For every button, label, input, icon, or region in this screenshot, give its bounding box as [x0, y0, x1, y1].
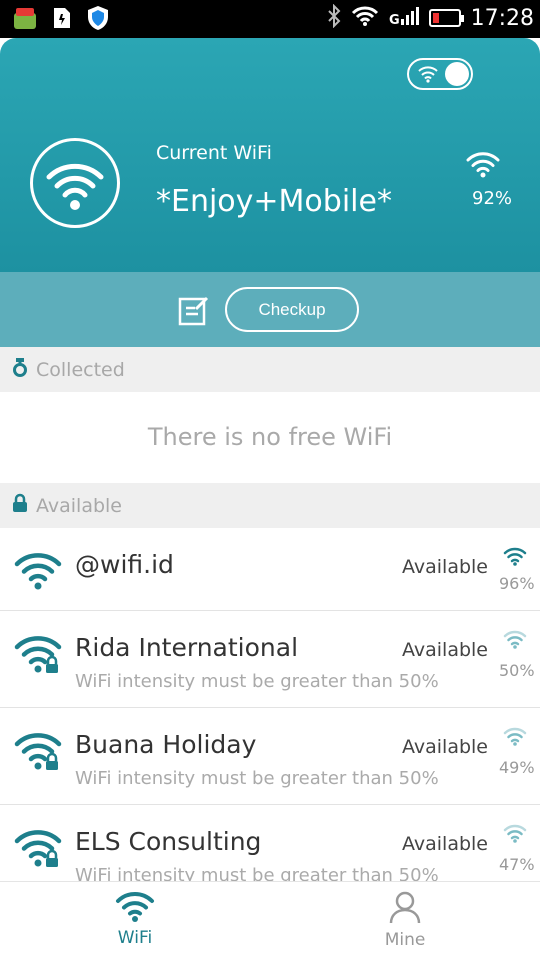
- network-name: Rida International: [75, 633, 299, 662]
- tab-wifi-label: WiFi: [117, 928, 153, 948]
- network-note: WiFi intensity must be greater than 50%: [75, 865, 439, 881]
- signal-percent: 50%: [499, 661, 535, 680]
- current-signal-icon: [466, 150, 500, 182]
- signal-strength-icon: [503, 823, 527, 847]
- current-wifi-label: Current WiFi: [156, 142, 272, 164]
- collected-title: Collected: [36, 358, 125, 381]
- current-wifi-header: Current WiFi *Enjoy+Mobile* 92%: [0, 38, 540, 272]
- toggle-wifi-icon: [417, 65, 439, 87]
- network-note: WiFi intensity must be greater than 50%: [75, 768, 439, 789]
- status-bar: G 17:28: [0, 0, 540, 38]
- network-note: WiFi intensity must be greater than 50%: [75, 671, 439, 692]
- checkup-bar: Checkup: [0, 272, 540, 347]
- network-status: Available: [402, 736, 489, 758]
- network-status: Available: [402, 833, 489, 855]
- wifi-locked-icon: [14, 633, 62, 679]
- wifi-toggle[interactable]: [407, 58, 473, 90]
- lock-icon: [12, 493, 28, 518]
- network-status: Available: [402, 556, 489, 578]
- signal-percent: 96%: [499, 574, 535, 593]
- toggle-knob: [445, 62, 469, 86]
- current-wifi-icon: [30, 138, 120, 228]
- network-row[interactable]: Buana Holiday WiFi intensity must be gre…: [0, 708, 540, 805]
- signal-strength-icon: [503, 629, 527, 653]
- empty-collected-message: There is no free WiFi: [147, 423, 393, 451]
- signal-strength-icon: [503, 726, 527, 750]
- network-name: Buana Holiday: [75, 730, 257, 759]
- person-icon: [388, 891, 422, 928]
- network-row[interactable]: ELS Consulting WiFi intensity must be gr…: [0, 805, 540, 881]
- collected-icon: [12, 356, 28, 383]
- tab-mine-label: Mine: [384, 930, 426, 950]
- network-name: ELS Consulting: [75, 827, 262, 856]
- bottom-navigation: WiFi Mine: [0, 881, 540, 960]
- available-network-list: @wifi.id Available 96% Rida Internationa…: [0, 528, 540, 881]
- network-name: @wifi.id: [75, 550, 174, 579]
- wifi-locked-icon: [14, 827, 62, 873]
- wifi-status-icon: [351, 5, 379, 31]
- svg-text:G: G: [389, 13, 400, 27]
- current-signal-percent: 92%: [472, 188, 513, 209]
- tab-mine[interactable]: Mine: [355, 890, 455, 950]
- network-row[interactable]: Rida International WiFi intensity must b…: [0, 611, 540, 708]
- battery-icon: [428, 9, 464, 27]
- signal-percent: 49%: [499, 758, 535, 777]
- shield-notification-icon: [86, 5, 110, 35]
- network-row[interactable]: @wifi.id Available 96%: [0, 528, 540, 611]
- available-section-header: Available: [0, 483, 540, 528]
- checkup-button[interactable]: Checkup: [225, 287, 359, 332]
- current-wifi-name: *Enjoy+Mobile*: [156, 184, 392, 219]
- wifi-open-icon: [14, 550, 62, 594]
- cell-signal-icon: G: [389, 5, 419, 31]
- app-notification-icon: [12, 5, 38, 35]
- wifi-tab-icon: [115, 891, 155, 926]
- collected-section-header: Collected: [0, 347, 540, 392]
- status-time: 17:28: [470, 5, 534, 31]
- wifi-locked-icon: [14, 730, 62, 776]
- tab-wifi[interactable]: WiFi: [85, 890, 185, 948]
- signal-strength-icon: [503, 546, 527, 570]
- available-title: Available: [36, 494, 123, 517]
- network-status: Available: [402, 639, 489, 661]
- signal-percent: 47%: [499, 855, 535, 874]
- file-notification-icon: [52, 6, 72, 34]
- bluetooth-icon: [327, 3, 341, 32]
